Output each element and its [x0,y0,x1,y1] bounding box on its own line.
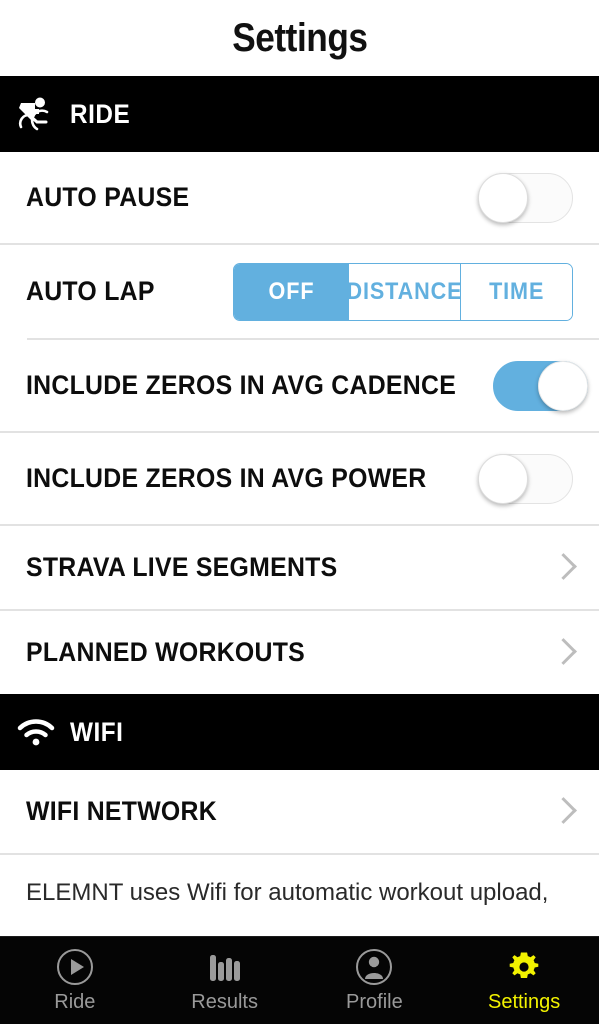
row-auto-lap[interactable]: AUTO LAP OFF DISTANCE TIME [0,245,599,338]
bottom-tab-bar: Ride Results Profile Settings [0,936,599,1024]
segment-distance-label: DISTANCE [346,277,463,305]
wifi-description-text: ELEMNT uses Wifi for automatic workout u… [26,879,549,906]
row-auto-pause[interactable]: AUTO PAUSE [0,152,599,243]
chevron-right-icon [553,551,573,585]
tab-label-ride: Ride [54,991,96,1013]
wifi-icon [14,712,58,752]
segment-distance[interactable]: DISTANCE [346,263,463,320]
settings-screen: Settings RIDE AUTO PAUSE AUTO LAP OFF DI… [0,0,599,1024]
settings-scroll-area[interactable]: RIDE AUTO PAUSE AUTO LAP OFF DISTANCE TI… [0,76,599,936]
section-title-ride: RIDE [70,98,131,129]
bar-chart-icon [207,948,243,986]
tab-ride[interactable]: Ride [0,937,150,1024]
tab-settings[interactable]: Settings [449,937,599,1024]
tab-profile[interactable]: Profile [300,937,450,1024]
toggle-include-zeros-avg-cadence[interactable] [493,360,589,411]
section-title-wifi: WIFI [70,716,124,747]
toggle-knob [538,360,589,411]
row-label-strava-live-segments: STRAVA LIVE SEGMENTS [26,552,338,582]
tab-label-results: Results [191,991,258,1013]
row-label-wifi-network: WIFI NETWORK [26,796,217,826]
gear-icon [506,948,542,986]
page-title: Settings [231,15,368,60]
row-wifi-network[interactable]: WIFI NETWORK [0,770,599,853]
row-planned-workouts[interactable]: PLANNED WORKOUTS [0,611,599,694]
section-header-ride: RIDE [0,76,599,152]
toggle-knob [478,453,528,504]
tab-label-profile: Profile [346,991,403,1013]
segment-time-label: TIME [488,277,545,305]
row-label-planned-workouts: PLANNED WORKOUTS [26,637,306,667]
section-header-wifi: WIFI [0,694,599,770]
row-label-auto-lap: AUTO LAP [26,276,155,306]
play-circle-icon [56,948,94,986]
segmented-auto-lap[interactable]: OFF DISTANCE TIME [233,262,573,321]
chevron-right-icon [553,636,573,670]
chevron-right-icon [553,795,573,829]
row-strava-live-segments[interactable]: STRAVA LIVE SEGMENTS [0,526,599,609]
row-include-zeros-avg-cadence[interactable]: INCLUDE ZEROS IN AVG CADENCE [0,340,599,431]
row-label-include-zeros-avg-cadence: INCLUDE ZEROS IN AVG CADENCE [26,370,457,400]
segment-time[interactable]: TIME [460,263,572,320]
person-circle-icon [355,948,393,986]
row-include-zeros-avg-power[interactable]: INCLUDE ZEROS IN AVG POWER [0,433,599,524]
toggle-include-zeros-avg-power[interactable] [478,453,573,504]
tab-results[interactable]: Results [150,937,300,1024]
row-label-auto-pause: AUTO PAUSE [26,182,190,212]
segment-off-label: OFF [268,277,314,305]
row-label-include-zeros-avg-power: INCLUDE ZEROS IN AVG POWER [26,463,427,493]
toggle-auto-pause[interactable] [478,172,573,223]
tab-label-settings: Settings [487,991,561,1013]
segment-off[interactable]: OFF [234,263,348,320]
toggle-knob [478,172,528,223]
cyclist-icon [14,94,58,134]
title-bar: Settings [0,0,599,76]
